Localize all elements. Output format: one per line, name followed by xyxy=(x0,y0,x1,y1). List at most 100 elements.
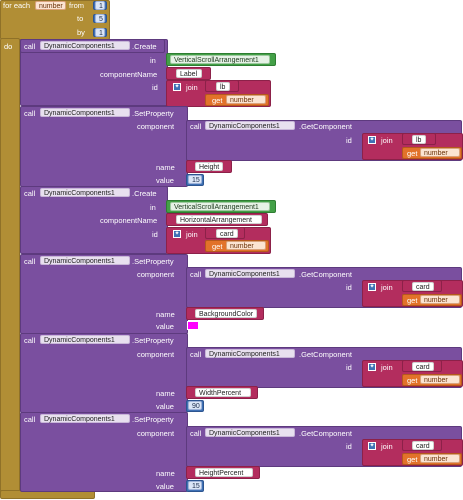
gear-icon[interactable]: ✦ xyxy=(173,230,181,238)
component-dropdown[interactable]: DynamicComponents1 xyxy=(205,269,295,278)
component-dropdown[interactable]: DynamicComponents1 xyxy=(205,349,295,358)
value-label: value xyxy=(156,482,174,491)
gear-icon[interactable]: ✦ xyxy=(368,136,376,144)
text-value[interactable]: lb xyxy=(216,82,230,91)
get-label: get xyxy=(407,455,418,464)
call-keyword: call xyxy=(24,257,36,266)
id-label: id xyxy=(152,83,158,92)
to-value[interactable]: 5 xyxy=(95,14,105,23)
method-name: .SetProperty xyxy=(132,336,174,345)
id-label: id xyxy=(346,363,352,372)
color-swatch[interactable] xyxy=(187,321,199,330)
gear-icon[interactable]: ✦ xyxy=(368,442,376,450)
component-dropdown[interactable]: DynamicComponents1 xyxy=(40,188,130,197)
number-value[interactable]: 90 xyxy=(188,401,202,410)
call-keyword: call xyxy=(24,109,36,118)
text-value[interactable]: card xyxy=(412,441,434,450)
setproperty-block[interactable] xyxy=(20,333,188,413)
method-name: .SetProperty xyxy=(132,109,174,118)
component-label: component xyxy=(137,122,175,131)
component-label: component xyxy=(137,350,175,359)
setproperty-block[interactable] xyxy=(20,106,188,187)
componentname-label: componentName xyxy=(100,216,158,225)
call-keyword: call xyxy=(190,122,202,131)
get-label: get xyxy=(407,296,418,305)
gear-icon[interactable]: ✦ xyxy=(173,83,181,91)
component-dropdown[interactable]: VerticalScrollArrangement1 xyxy=(170,202,270,211)
component-label: component xyxy=(137,270,175,279)
call-keyword: call xyxy=(24,42,36,51)
id-label: id xyxy=(346,442,352,451)
id-label: id xyxy=(152,230,158,239)
method-name: .GetComponent xyxy=(299,429,352,438)
component-dropdown[interactable]: DynamicComponents1 xyxy=(205,428,295,437)
text-value[interactable]: lb xyxy=(412,135,426,144)
call-keyword: call xyxy=(24,415,36,424)
value-label: value xyxy=(156,322,174,331)
call-keyword: call xyxy=(190,270,202,279)
setproperty-block[interactable] xyxy=(20,412,188,492)
name-label: name xyxy=(156,469,175,478)
method-name: .GetComponent xyxy=(299,122,352,131)
method-name: .GetComponent xyxy=(299,350,352,359)
text-value[interactable]: card xyxy=(412,362,434,371)
loop-do-spine xyxy=(0,38,20,494)
in-label: in xyxy=(150,56,156,65)
variable-dropdown[interactable]: number xyxy=(420,375,460,384)
text-value[interactable]: HeightPercent xyxy=(195,468,253,477)
text-value[interactable]: BackgroundColor xyxy=(195,309,257,318)
variable-dropdown[interactable]: number xyxy=(226,95,266,104)
get-label: get xyxy=(407,149,418,158)
by-value[interactable]: 1 xyxy=(95,28,105,37)
from-label: from xyxy=(69,1,84,10)
component-dropdown[interactable]: DynamicComponents1 xyxy=(40,256,130,265)
componentname-label: componentName xyxy=(100,70,158,79)
component-dropdown[interactable]: DynamicComponents1 xyxy=(40,335,130,344)
text-value[interactable]: WidthPercent xyxy=(195,388,251,397)
variable-dropdown[interactable]: number xyxy=(420,454,460,463)
text-value[interactable]: card xyxy=(216,229,238,238)
in-label: in xyxy=(150,203,156,212)
method-name: .GetComponent xyxy=(299,270,352,279)
call-keyword: call xyxy=(24,189,36,198)
component-label: component xyxy=(137,429,175,438)
gear-icon[interactable]: ✦ xyxy=(368,283,376,291)
call-keyword: call xyxy=(24,336,36,345)
component-dropdown[interactable]: DynamicComponents1 xyxy=(205,121,295,130)
id-label: id xyxy=(346,136,352,145)
component-dropdown[interactable]: VerticalScrollArrangement1 xyxy=(170,55,270,64)
text-value[interactable]: Label xyxy=(176,69,202,78)
for-each-label: for each xyxy=(3,1,31,10)
name-label: name xyxy=(156,310,175,319)
call-keyword: call xyxy=(190,350,202,359)
join-label: join xyxy=(381,363,393,372)
gear-icon[interactable]: ✦ xyxy=(368,363,376,371)
to-label: to xyxy=(77,14,84,23)
component-dropdown[interactable]: DynamicComponents1 xyxy=(40,41,130,50)
join-label: join xyxy=(381,136,393,145)
variable-dropdown[interactable]: number xyxy=(226,241,266,250)
join-label: join xyxy=(381,442,393,451)
component-dropdown[interactable]: DynamicComponents1 xyxy=(40,108,130,117)
name-label: name xyxy=(156,163,175,172)
text-value[interactable]: HorizontalArrangement xyxy=(176,215,262,224)
variable-dropdown[interactable]: number xyxy=(420,295,460,304)
number-value[interactable]: 15 xyxy=(188,481,202,490)
loop-variable-name[interactable]: number xyxy=(35,1,66,10)
do-label: do xyxy=(4,42,13,51)
number-value[interactable]: 15 xyxy=(188,175,202,184)
join-label: join xyxy=(186,230,198,239)
join-label: join xyxy=(381,283,393,292)
value-label: value xyxy=(156,402,174,411)
variable-dropdown[interactable]: number xyxy=(420,148,460,157)
name-label: name xyxy=(156,389,175,398)
text-value[interactable]: card xyxy=(412,282,434,291)
call-keyword: call xyxy=(190,429,202,438)
from-value[interactable]: 1 xyxy=(95,1,105,10)
method-name: .Create xyxy=(132,42,157,51)
component-dropdown[interactable]: DynamicComponents1 xyxy=(40,414,130,423)
get-label: get xyxy=(212,242,223,251)
join-label: join xyxy=(186,83,198,92)
text-value[interactable]: Height xyxy=(195,162,223,171)
method-name: .SetProperty xyxy=(132,415,174,424)
